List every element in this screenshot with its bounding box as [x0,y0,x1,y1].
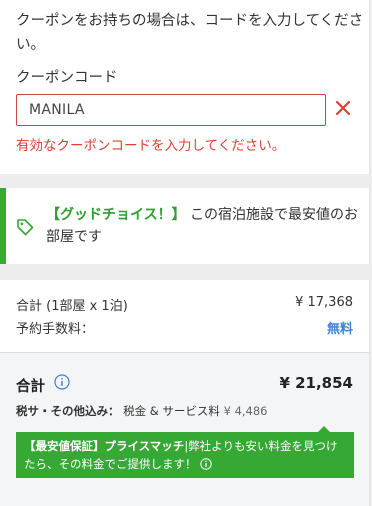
coupon-error-message: 有効なクーポンコードを入力してください。 [16,138,286,154]
price-summary: 合計 (1部屋 x 1泊) ¥ 17,368 予約手数料： 無料 合計 ¥ 21… [0,280,370,506]
booking-fee-row: 予約手数料： 無料 [16,318,353,337]
tax-info: 税サ・その他込み： 税金 & サービス料 ¥ 4,486 [16,403,268,419]
tax-label: 税サ・その他込み： [16,404,120,418]
banner-pointer [318,426,330,432]
total-value: ¥ 21,854 [279,374,353,392]
coupon-code-label: クーポンコード [16,70,118,86]
info-icon[interactable] [200,458,212,470]
total-label: 合計 [16,379,45,395]
price-match-title: 【最安値保証】プライスマッチ [24,439,185,453]
promo-highlight: 【グッドチョイス！】 [46,207,186,223]
price-match-banner[interactable]: 【最安値保証】プライスマッチ|弊社よりも安い料金を見つけたら、その料金でご提供し… [16,426,354,478]
clear-icon[interactable] [334,99,352,117]
promo-accent-bar [0,188,6,264]
subtotal-label: 合計 (1部屋 x 1泊) [16,299,128,314]
subtotal-value: ¥ 17,368 [295,295,353,310]
coupon-section: クーポンをお持ちの場合は、コードを入力してください。 クーポンコード 有効なクー… [0,0,370,174]
coupon-intro-text: クーポンをお持ちの場合は、コードを入力してください。 [16,13,364,53]
promo-text: 【グッドチョイス！】 この宿泊施設で最安値のお部屋です [46,204,364,248]
subtotal-row: 合計 (1部屋 x 1泊) ¥ 17,368 [16,295,353,314]
coupon-code-input[interactable] [16,94,326,126]
tag-icon [17,219,34,236]
tax-description: 税金 & サービス料 [123,404,220,418]
tax-amount: ¥ 4,486 [223,404,268,418]
info-icon[interactable] [54,374,70,390]
good-choice-banner: 【グッドチョイス！】 この宿泊施設で最安値のお部屋です [0,188,370,264]
booking-fee-value: 無料 [326,322,353,337]
booking-fee-label: 予約手数料： [16,322,95,337]
